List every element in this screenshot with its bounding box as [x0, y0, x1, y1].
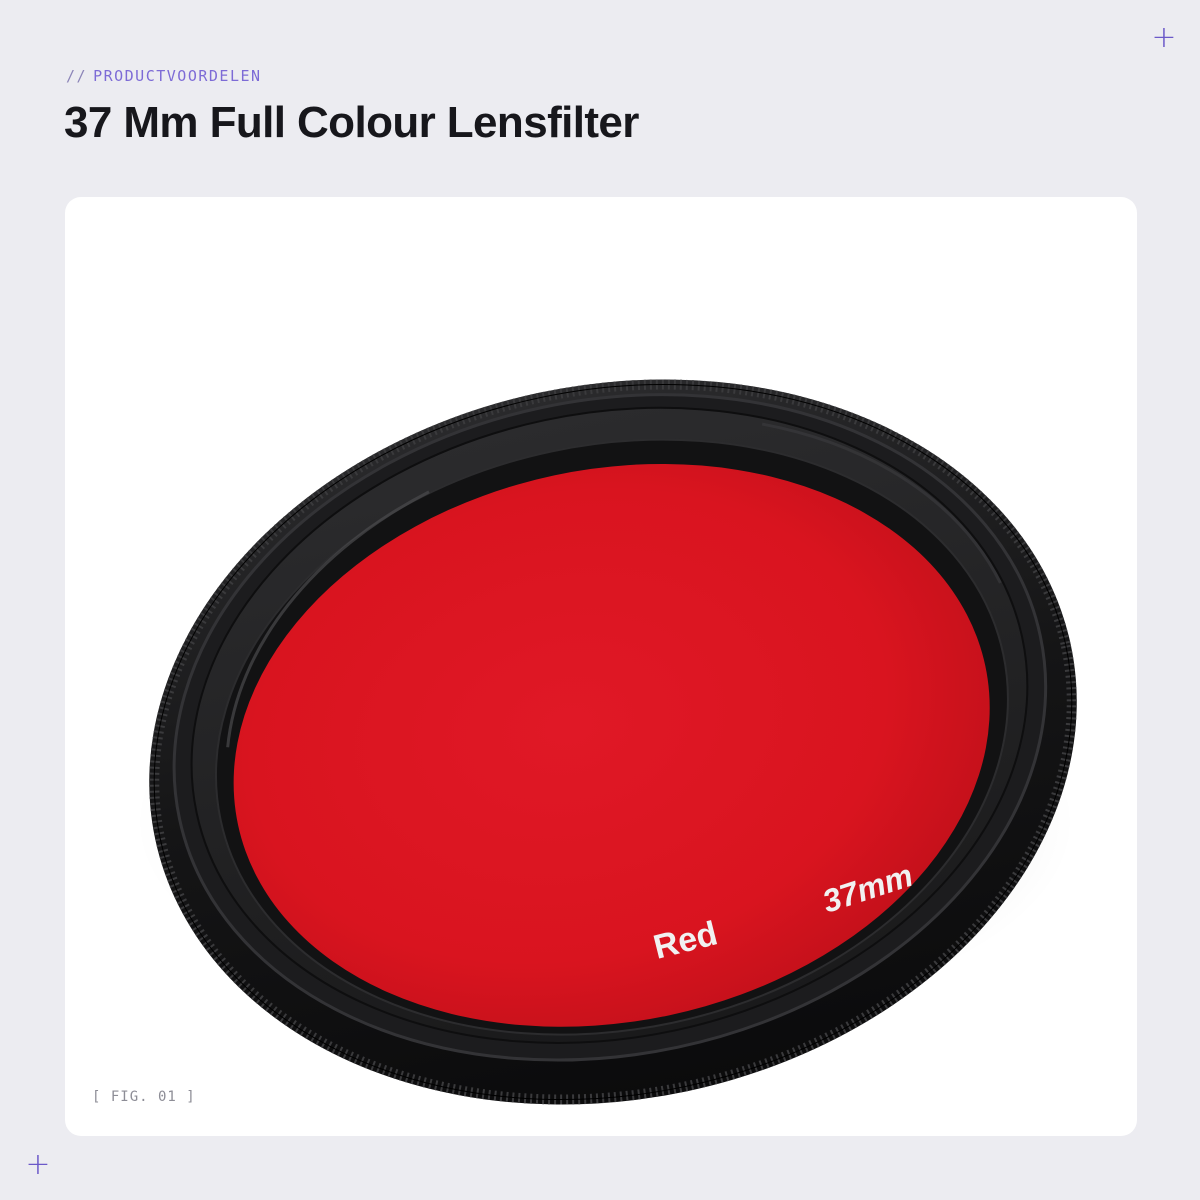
figure-caption: [ FIG. 01 ]: [92, 1089, 196, 1105]
product-image-card: Red 37mm [ FIG. 01 ]: [65, 197, 1137, 1136]
page-title: 37 Mm Full Colour Lensfilter: [64, 98, 639, 147]
corner-plus-icon: +: [1151, 20, 1177, 55]
corner-plus-icon: +: [25, 1147, 51, 1182]
kicker-label: PRODUCTVOORDELEN: [93, 67, 262, 85]
section-kicker: // PRODUCTVOORDELEN: [66, 67, 262, 85]
lens-filter-image: Red 37mm: [135, 379, 1077, 1105]
kicker-prefix: //: [66, 67, 88, 85]
